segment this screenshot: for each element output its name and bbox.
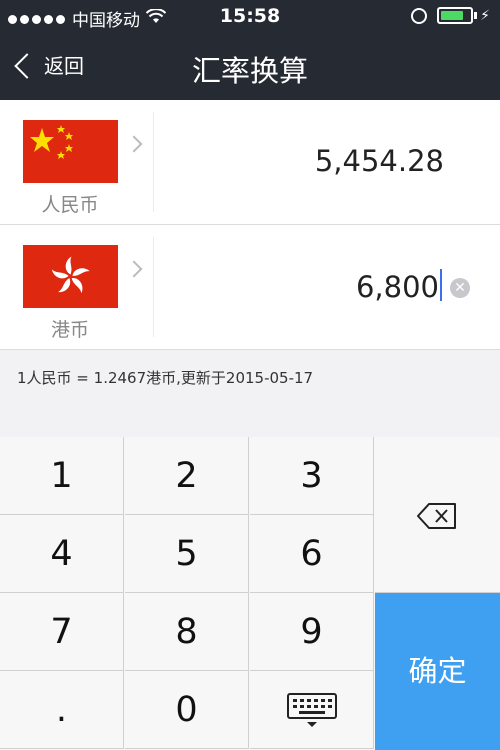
rotation-lock-icon bbox=[411, 7, 428, 24]
battery-icon bbox=[437, 7, 474, 24]
key-1[interactable]: 1 bbox=[0, 437, 124, 515]
charging-icon: ⚡ bbox=[480, 7, 490, 24]
key-9[interactable]: 9 bbox=[250, 593, 374, 671]
key-3[interactable]: 3 bbox=[250, 437, 374, 515]
key-8[interactable]: 8 bbox=[125, 593, 249, 671]
text-cursor bbox=[440, 269, 442, 301]
rate-info: 1人民币 = 1.2467港币,更新于2015-05-17 bbox=[17, 369, 314, 387]
currency-row-hkd: 港币 6,800 ✕ bbox=[0, 225, 500, 350]
chevron-right-icon[interactable] bbox=[125, 260, 143, 278]
key-0[interactable]: 0 bbox=[125, 671, 249, 749]
key-7[interactable]: 7 bbox=[0, 593, 124, 671]
battery-tip bbox=[474, 12, 478, 19]
currency-name: 人民币 bbox=[41, 194, 99, 216]
keyboard-hide-button[interactable] bbox=[250, 671, 374, 749]
key-4[interactable]: 4 bbox=[0, 515, 124, 593]
numeric-keypad: 确定 123 456 789.0 bbox=[0, 437, 500, 750]
confirm-button[interactable]: 确定 bbox=[375, 593, 500, 750]
amount-value-hkd: 6,800 bbox=[355, 270, 439, 304]
nav-bar: 返回 汇率换算 bbox=[0, 34, 500, 100]
cn-flag-icon[interactable] bbox=[23, 120, 118, 183]
chevron-right-icon[interactable] bbox=[125, 135, 143, 153]
currency-name: 港币 bbox=[50, 319, 89, 341]
divider bbox=[153, 112, 154, 212]
page-title: 汇率换算 bbox=[191, 54, 308, 88]
status-bar: 中国移动 15:58 ⚡ bbox=[0, 0, 500, 34]
clear-icon[interactable]: ✕ bbox=[450, 278, 470, 298]
status-right: ⚡ bbox=[411, 7, 490, 24]
currency-row-cny: 人民币 5,454.28 bbox=[0, 100, 500, 225]
amount-input-hkd[interactable]: 6,800 bbox=[356, 269, 442, 304]
key-decimal[interactable]: . bbox=[0, 671, 124, 749]
hk-flag-icon[interactable] bbox=[23, 245, 118, 308]
key-2[interactable]: 2 bbox=[125, 437, 249, 515]
battery-level bbox=[441, 11, 464, 20]
keyboard-hide-icon bbox=[287, 693, 337, 727]
backspace-icon bbox=[417, 503, 456, 529]
divider bbox=[153, 237, 154, 337]
amount-value-cny[interactable]: 5,454.28 bbox=[315, 144, 444, 178]
key-6[interactable]: 6 bbox=[250, 515, 374, 593]
key-5[interactable]: 5 bbox=[125, 515, 249, 593]
delete-button[interactable] bbox=[375, 437, 500, 593]
